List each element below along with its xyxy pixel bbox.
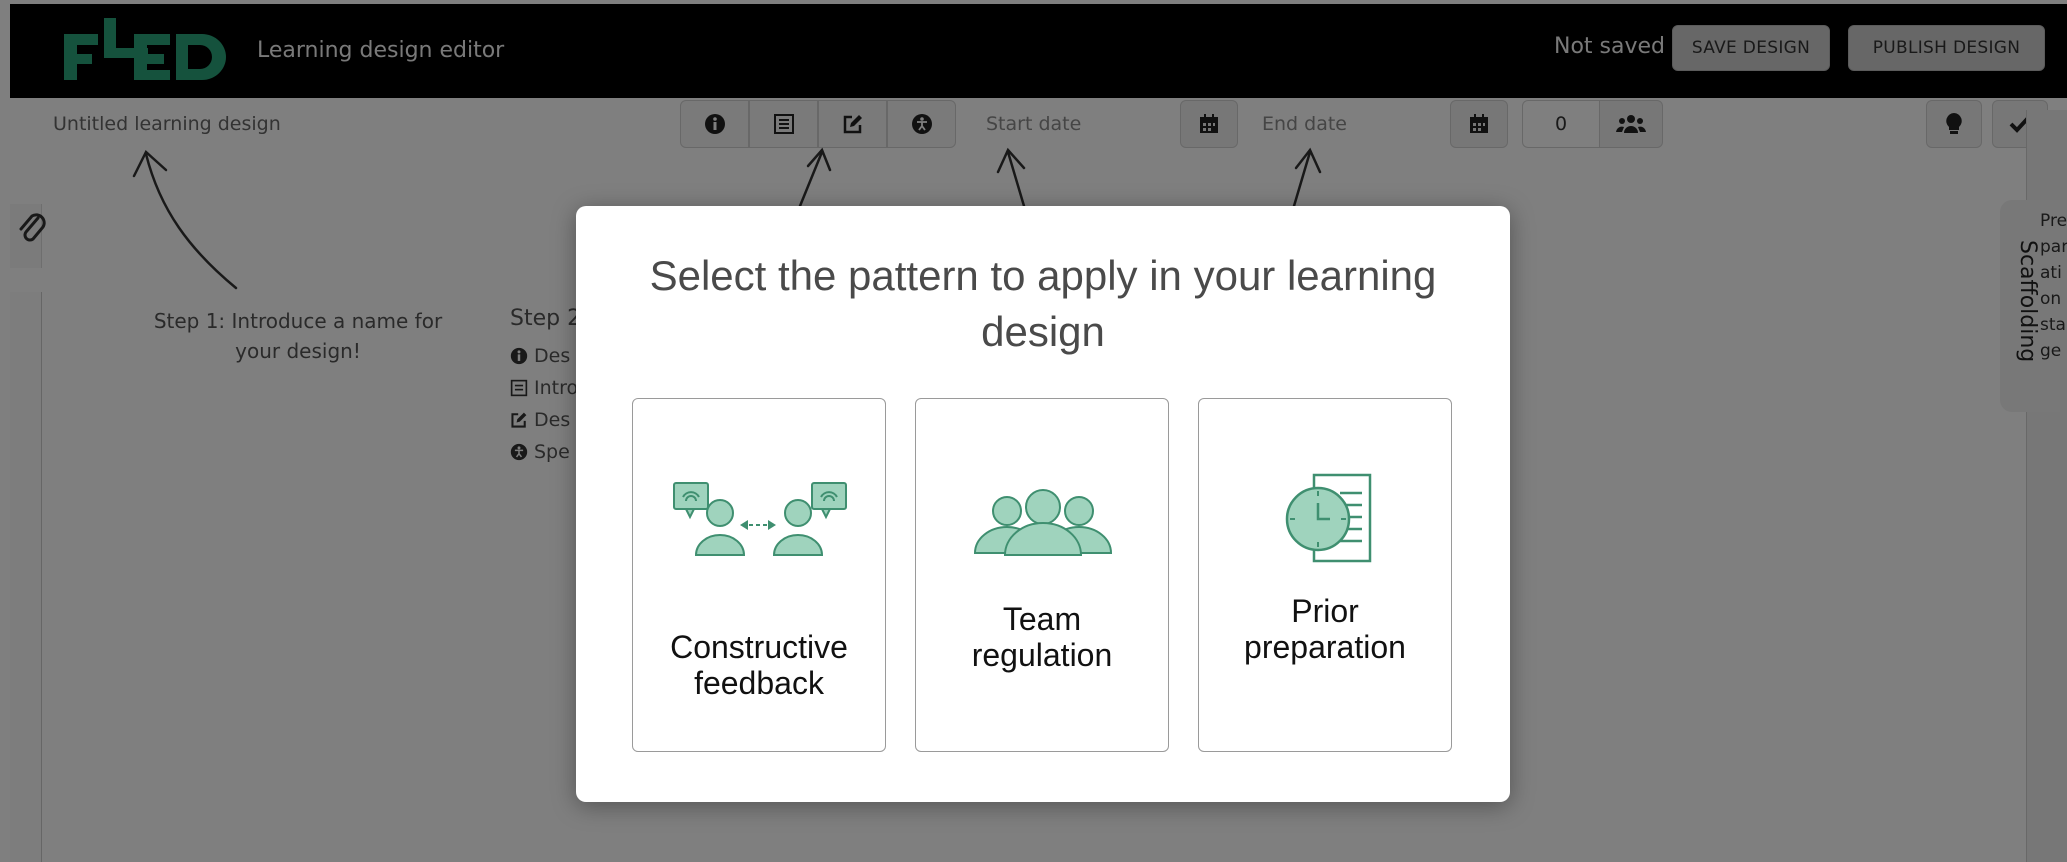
pattern-card-label: Team regulation <box>916 601 1168 673</box>
pattern-label-line: Team <box>1002 601 1082 637</box>
prior-preparation-icon <box>1285 473 1372 563</box>
pattern-label-line: regulation <box>971 637 1113 673</box>
modal-title: Select the pattern to apply in your lear… <box>649 252 1437 355</box>
pattern-card-team-regulation[interactable]: Team regulation <box>915 398 1169 752</box>
pattern-card-constructive-feedback[interactable]: Constructive feedback <box>632 398 886 752</box>
pattern-selection-modal: Select the pattern to apply in your lear… <box>576 206 1510 802</box>
pattern-label-line: feedback <box>694 665 824 701</box>
pattern-card-label: Prior preparation <box>1199 593 1451 665</box>
pattern-card-label: Constructive feedback <box>633 629 885 701</box>
team-regulation-icon <box>973 489 1113 556</box>
pattern-label-line: preparation <box>1244 629 1406 665</box>
pattern-label-line: Prior <box>1291 593 1359 629</box>
constructive-feedback-icon <box>673 482 847 556</box>
pattern-card-prior-preparation[interactable]: Prior preparation <box>1198 398 1452 752</box>
pattern-label-line: Constructive <box>670 629 848 665</box>
editor-page: Learning design editor Not saved SAVE DE… <box>0 0 2067 862</box>
